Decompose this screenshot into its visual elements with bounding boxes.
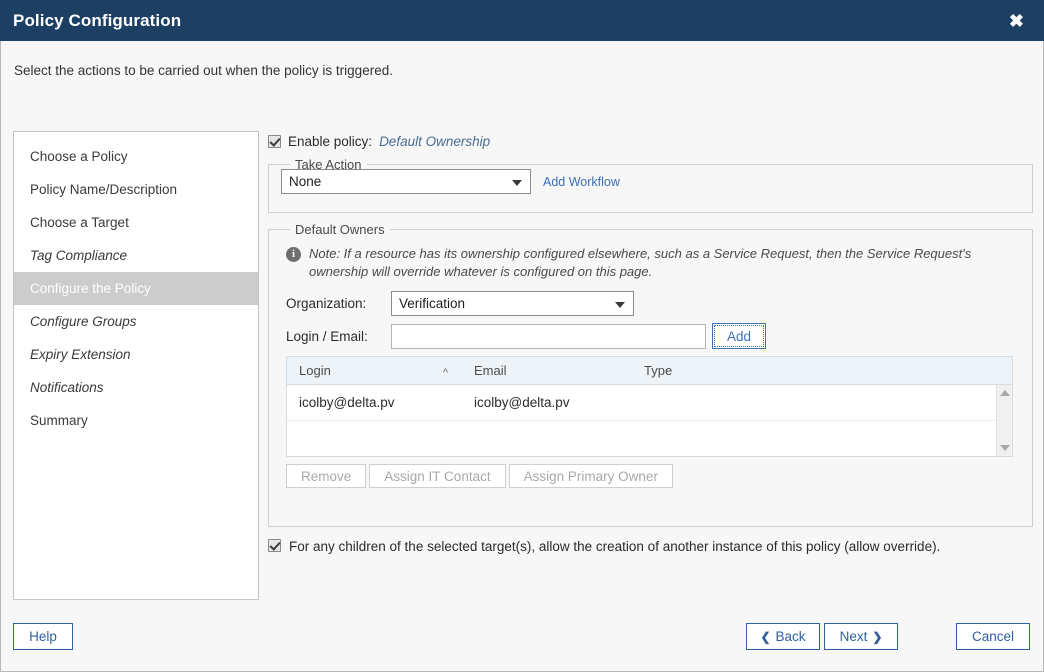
organization-label: Organization: bbox=[286, 296, 367, 311]
close-icon[interactable]: ✖ bbox=[1005, 10, 1028, 32]
cell-login: icolby@delta.pv bbox=[299, 395, 395, 410]
sidebar-item-configure-groups[interactable]: Configure Groups bbox=[14, 305, 258, 338]
page-title: Policy Configuration bbox=[13, 10, 182, 30]
cell-email: icolby@delta.pv bbox=[474, 395, 570, 410]
cancel-button[interactable]: Cancel bbox=[956, 623, 1030, 650]
column-header-login[interactable]: Login ^ bbox=[287, 363, 462, 379]
chevron-left-icon: ❮ bbox=[760, 629, 771, 644]
info-icon: i bbox=[286, 247, 301, 262]
owners-table-scrollbar[interactable] bbox=[996, 385, 1012, 456]
remove-button[interactable]: Remove bbox=[286, 464, 367, 488]
organization-select-value: Verification bbox=[399, 296, 466, 311]
scroll-down-icon[interactable] bbox=[1000, 445, 1010, 451]
help-button[interactable]: Help bbox=[13, 623, 73, 650]
enable-policy-label: Enable policy: bbox=[288, 133, 373, 149]
enable-policy-row: Enable policy: Default Ownership bbox=[268, 131, 1033, 151]
owners-table: Login ^ Email Type icolby@delta.pv icolb… bbox=[286, 356, 1013, 457]
take-action-group: Take Action None Add Workflow bbox=[268, 157, 1033, 213]
column-header-type[interactable]: Type bbox=[632, 363, 752, 378]
policy-settings-pane: Enable policy: Default Ownership Take Ac… bbox=[268, 131, 1033, 557]
sidebar-item-notifications[interactable]: Notifications bbox=[14, 371, 258, 404]
table-row[interactable]: icolby@delta.pv icolby@delta.pv bbox=[287, 385, 1012, 421]
sidebar-item-configure-the-policy[interactable]: Configure the Policy bbox=[14, 272, 258, 305]
take-action-select-value: None bbox=[289, 174, 322, 189]
organization-select[interactable]: Verification bbox=[391, 291, 634, 316]
wizard-steps-sidebar: Choose a Policy Policy Name/Description … bbox=[13, 131, 259, 600]
sidebar-item-expiry-extension[interactable]: Expiry Extension bbox=[14, 338, 258, 371]
assign-primary-owner-button[interactable]: Assign Primary Owner bbox=[508, 464, 673, 488]
ownership-note-text: Note: If a resource has its ownership co… bbox=[309, 246, 972, 279]
sidebar-item-summary[interactable]: Summary bbox=[14, 404, 258, 437]
back-button-label: Back bbox=[775, 629, 806, 644]
policy-name-value: Default Ownership bbox=[379, 133, 491, 149]
login-email-input[interactable] bbox=[391, 323, 706, 349]
owner-actions-row: Remove Assign IT Contact Assign Primary … bbox=[286, 464, 1020, 488]
add-workflow-link[interactable]: Add Workflow bbox=[543, 175, 620, 189]
allow-override-checkbox[interactable] bbox=[268, 539, 281, 552]
next-button[interactable]: Next ❯ bbox=[824, 623, 898, 650]
chevron-right-icon: ❯ bbox=[872, 629, 883, 644]
sidebar-item-choose-a-target[interactable]: Choose a Target bbox=[14, 206, 258, 239]
column-header-email[interactable]: Email bbox=[462, 363, 632, 378]
dialog-footer: Help ❮ Back Next ❯ Cancel bbox=[1, 611, 1043, 671]
login-email-row: Login / Email: Add bbox=[286, 323, 1020, 349]
next-button-label: Next bbox=[839, 629, 868, 644]
sidebar-item-choose-a-policy[interactable]: Choose a Policy bbox=[14, 140, 258, 173]
sidebar-item-tag-compliance[interactable]: Tag Compliance bbox=[14, 239, 258, 272]
allow-override-row: For any children of the selected target(… bbox=[268, 539, 1033, 557]
instruction-text: Select the actions to be carried out whe… bbox=[14, 63, 393, 78]
add-owner-button[interactable]: Add bbox=[712, 323, 766, 349]
policy-configuration-dialog: Policy Configuration ✖ Select the action… bbox=[0, 0, 1044, 672]
default-owners-group: Default Owners i Note: If a resource has… bbox=[268, 222, 1033, 527]
sort-ascending-icon[interactable]: ^ bbox=[443, 367, 448, 379]
default-owners-legend: Default Owners bbox=[295, 222, 385, 237]
back-button[interactable]: ❮ Back bbox=[746, 623, 820, 650]
title-bar: Policy Configuration ✖ bbox=[0, 0, 1044, 41]
organization-row: Organization: Verification bbox=[286, 291, 1020, 316]
assign-it-contact-button[interactable]: Assign IT Contact bbox=[369, 464, 506, 488]
scroll-up-icon[interactable] bbox=[1000, 390, 1010, 396]
sidebar-item-policy-name-description[interactable]: Policy Name/Description bbox=[14, 173, 258, 206]
column-header-login-label: Login bbox=[299, 363, 331, 378]
owners-table-header: Login ^ Email Type bbox=[287, 357, 1012, 385]
enable-policy-checkbox[interactable] bbox=[268, 134, 281, 148]
allow-override-label: For any children of the selected target(… bbox=[289, 539, 941, 554]
take-action-select[interactable]: None bbox=[281, 169, 531, 194]
owners-table-body: icolby@delta.pv icolby@delta.pv bbox=[287, 385, 1012, 456]
login-email-label: Login / Email: bbox=[286, 328, 368, 344]
ownership-note: i Note: If a resource has its ownership … bbox=[286, 245, 1020, 281]
